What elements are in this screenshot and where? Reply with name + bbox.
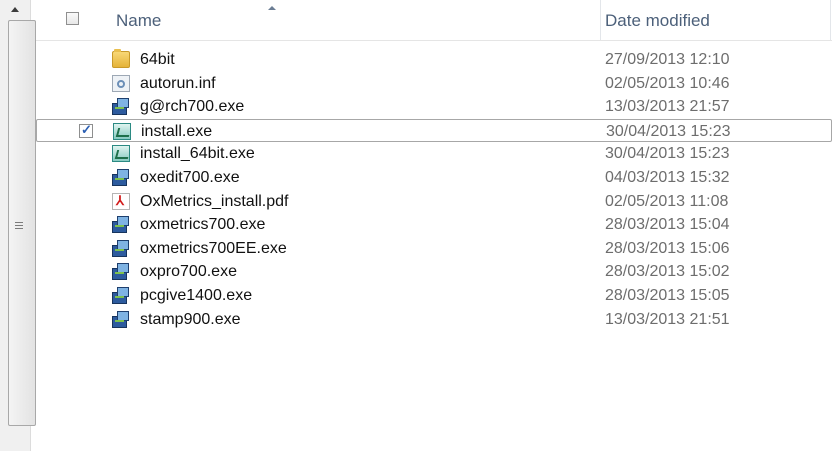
file-row[interactable]: stamp900.exe 13/03/2013 21:51 [36,308,832,332]
file-row[interactable]: 64bit 27/09/2013 12:10 [36,48,832,72]
file-name: oxedit700.exe [140,168,240,186]
scroll-up-arrow-icon[interactable] [0,0,30,20]
file-name: autorun.inf [140,74,216,92]
file-date-modified: 13/03/2013 21:57 [605,98,730,116]
app-icon [113,122,131,140]
file-name: oxmetrics700.exe [140,216,266,234]
file-name: install.exe [141,122,213,140]
settings-file-icon [112,74,130,92]
scrollbar-grip-icon [15,222,23,231]
installer-icon [112,98,130,116]
installer-icon [112,263,130,281]
select-all-checkbox[interactable] [66,12,79,25]
file-name: oxpro700.exe [140,263,237,281]
file-name: OxMetrics_install.pdf [140,192,289,210]
installer-icon [112,239,130,257]
scrollbar-thumb[interactable] [8,20,36,426]
column-divider[interactable] [600,0,601,40]
file-row[interactable]: oxpro700.exe 28/03/2013 15:02 [36,260,832,284]
file-date-modified: 02/05/2013 10:46 [605,74,730,92]
sort-ascending-icon [268,6,276,10]
file-name: pcgive1400.exe [140,286,253,304]
file-name: oxmetrics700EE.exe [140,239,287,257]
file-date-modified: 28/03/2013 15:06 [605,239,730,257]
app-icon [112,145,130,163]
file-date-modified: 30/04/2013 15:23 [605,145,730,163]
file-row[interactable]: g@rch700.exe 13/03/2013 21:57 [36,95,832,119]
installer-icon [112,168,130,186]
file-name: 64bit [140,51,175,68]
file-list: 64bit 27/09/2013 12:10 autorun.inf 02/05/20… [36,48,832,331]
file-row[interactable]: oxmetrics700.exe 28/03/2013 15:04 [36,213,832,237]
folder-icon [112,49,130,68]
row-checkbox[interactable] [79,122,93,138]
file-date-modified: 02/05/2013 11:08 [605,192,729,210]
pdf-icon [112,192,130,210]
file-date-modified: 30/04/2013 15:23 [606,122,731,140]
file-row[interactable]: OxMetrics_install.pdf 02/05/2013 11:08 [36,190,832,214]
file-row[interactable]: pcgive1400.exe 28/03/2013 15:05 [36,284,832,308]
file-name: install_64bit.exe [140,145,255,163]
file-date-modified: 04/03/2013 15:32 [605,168,730,186]
file-row[interactable]: oxedit700.exe 04/03/2013 15:32 [36,166,832,190]
file-date-modified: 28/03/2013 15:04 [605,216,730,234]
file-row[interactable]: install.exe 30/04/2013 15:23 [36,118,832,143]
file-date-modified: 13/03/2013 21:51 [605,310,730,328]
date-modified-column-header[interactable]: Date modified [605,11,710,31]
column-header: Name Date modified [36,0,832,41]
name-column-header[interactable]: Name [116,11,161,31]
file-name: stamp900.exe [140,310,241,328]
file-date-modified: 28/03/2013 15:02 [605,263,730,281]
file-row[interactable]: oxmetrics700EE.exe 28/03/2013 15:06 [36,237,832,261]
installer-icon [112,286,130,304]
installer-icon [112,216,130,234]
column-divider[interactable] [830,0,831,40]
file-name: g@rch700.exe [140,98,245,116]
installer-icon [112,310,130,328]
file-date-modified: 27/09/2013 12:10 [605,51,730,68]
vertical-scrollbar[interactable] [0,0,36,451]
file-row[interactable]: install_64bit.exe 30/04/2013 15:23 [36,142,832,166]
file-row[interactable]: autorun.inf 02/05/2013 10:46 [36,72,832,96]
file-date-modified: 28/03/2013 15:05 [605,286,730,304]
